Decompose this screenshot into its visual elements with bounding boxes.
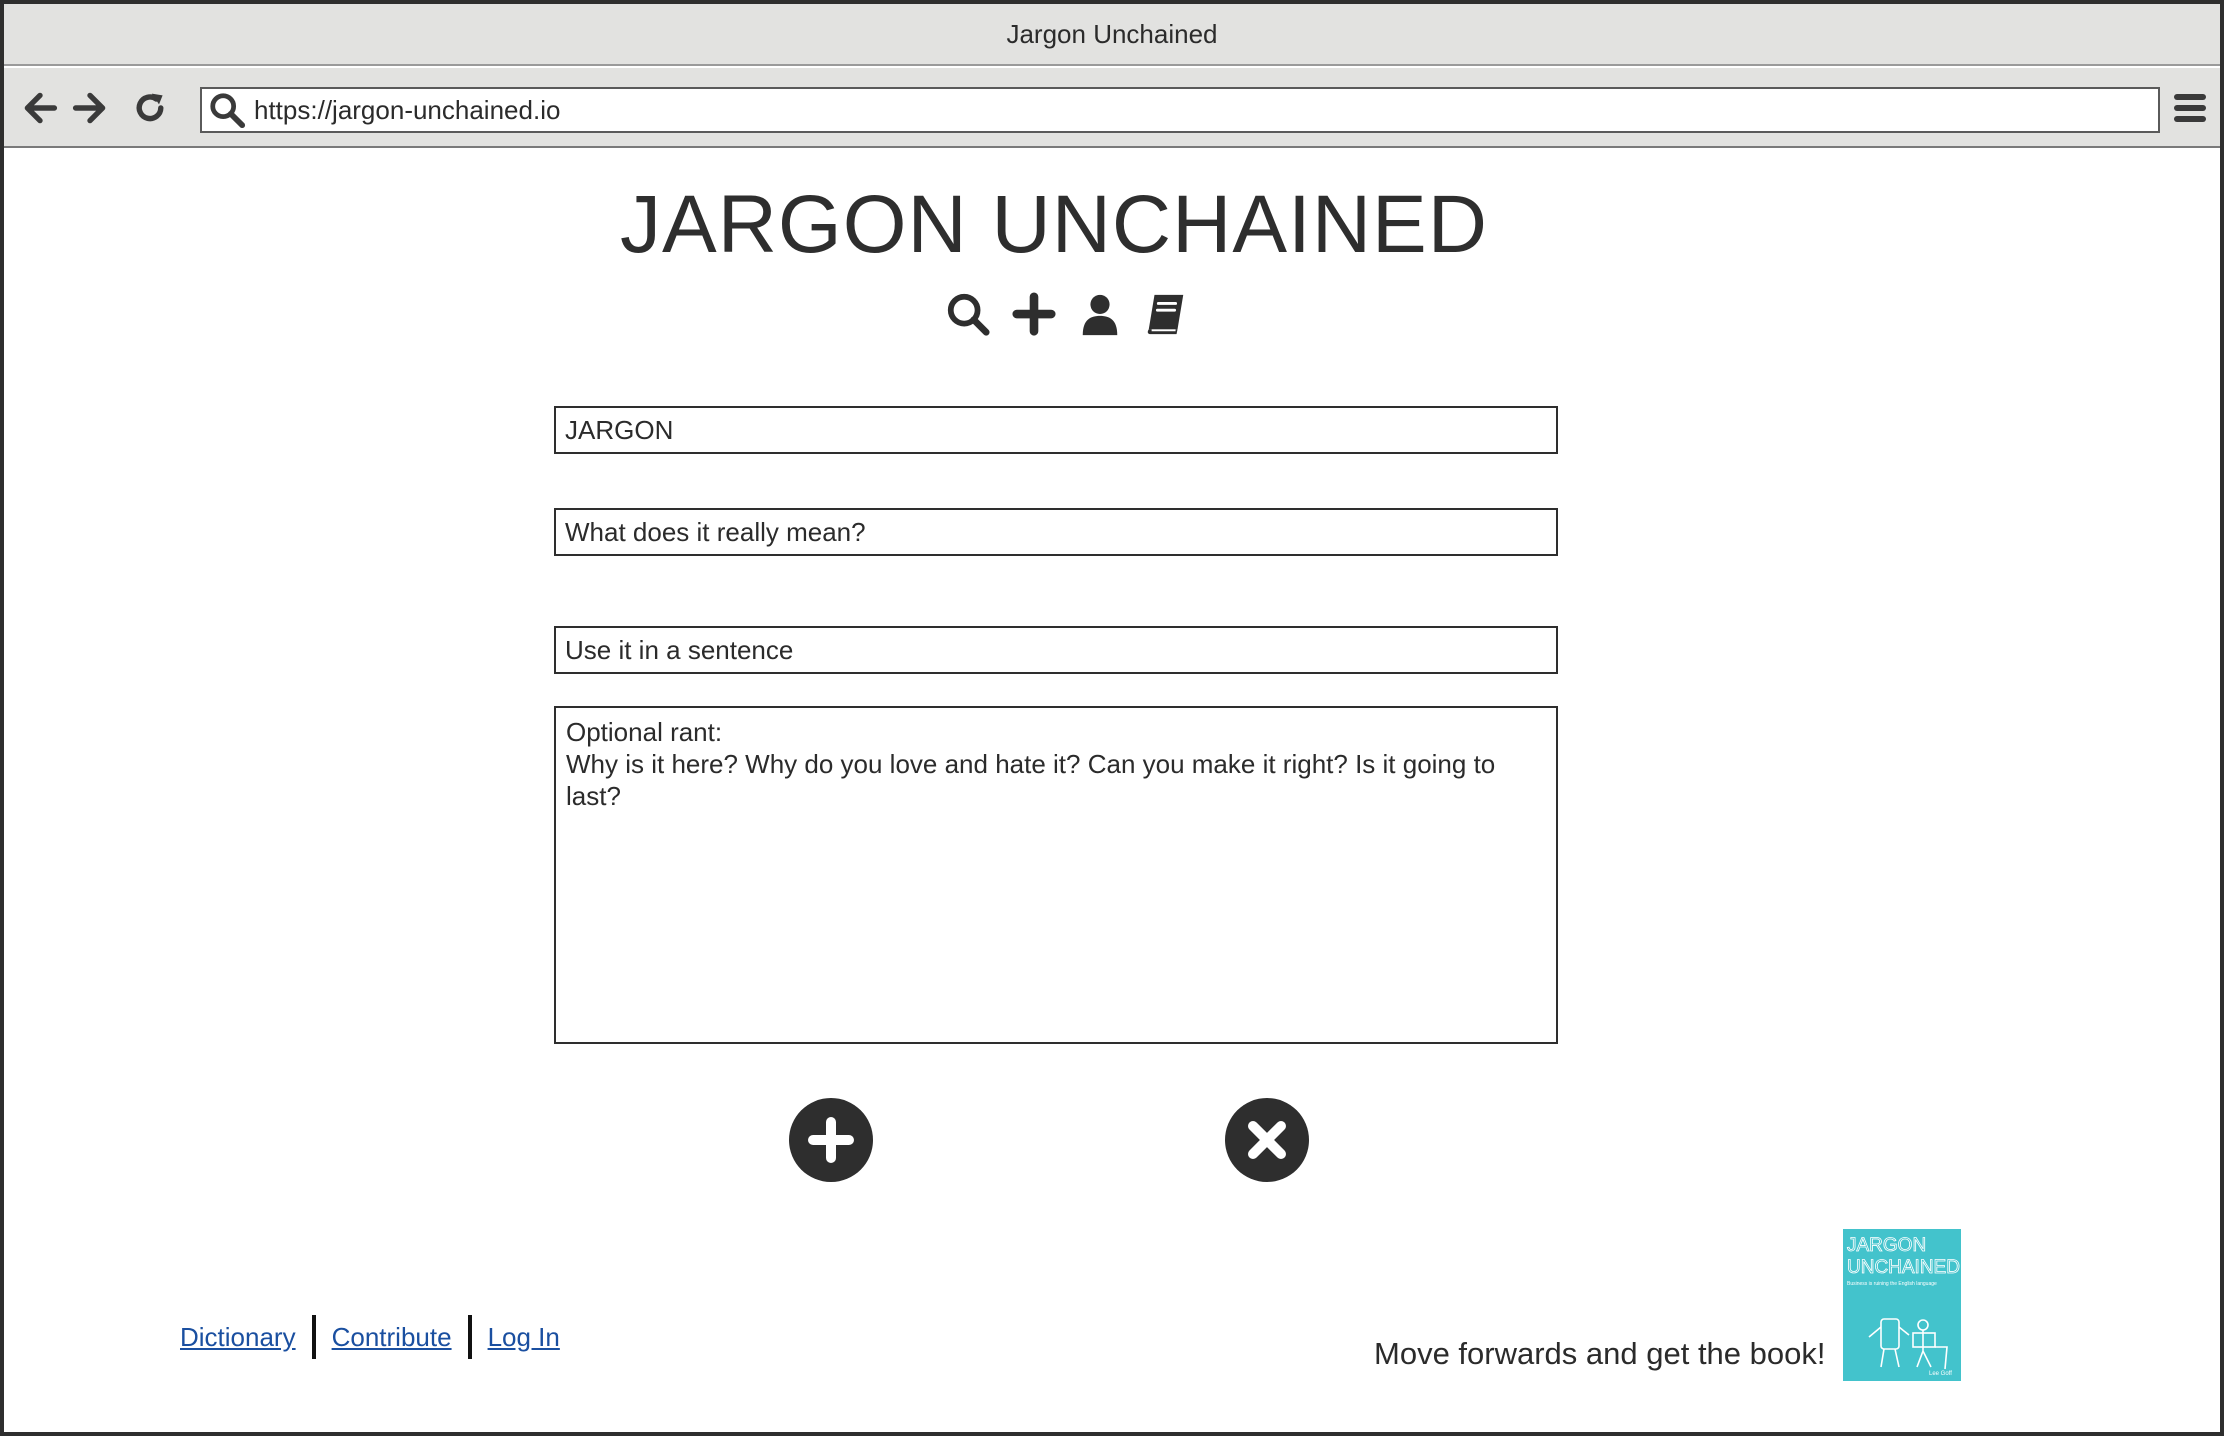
address-bar[interactable]	[200, 87, 2160, 133]
sentence-input[interactable]	[554, 626, 1558, 674]
book-cover-image[interactable]: JARGON UNCHAINED Business is ruining the…	[1843, 1229, 1961, 1381]
book-title-line1: JARGON	[1847, 1235, 1926, 1256]
book-title-line2: UNCHAINED	[1847, 1257, 1960, 1278]
footer-link-dictionary[interactable]: Dictionary	[180, 1322, 296, 1353]
main-nav	[944, 290, 1190, 338]
cancel-button[interactable]	[1225, 1098, 1309, 1182]
hamburger-menu-icon[interactable]	[2170, 88, 2210, 128]
book-author: Lee Goff	[1929, 1371, 1952, 1377]
x-circle-icon	[1248, 1121, 1286, 1159]
page-title: JARGON UNCHAINED	[620, 179, 1488, 270]
user-icon[interactable]	[1076, 290, 1124, 338]
footer-link-contribute[interactable]: Contribute	[332, 1322, 452, 1353]
arrow-left-icon[interactable]	[20, 88, 60, 128]
book-promo-text: Move forwards and get the book!	[1374, 1336, 1826, 1371]
book-icon[interactable]	[1142, 290, 1190, 338]
arrow-right-icon[interactable]	[70, 88, 110, 128]
plus-icon[interactable]	[1010, 290, 1058, 338]
browser-window: Jargon Unchained JARGON UNCHAINED	[0, 0, 2224, 1436]
reload-icon[interactable]	[130, 88, 170, 128]
window-title: Jargon Unchained	[1006, 18, 1218, 49]
plus-circle-icon	[808, 1117, 854, 1163]
rant-textarea[interactable]	[554, 706, 1558, 1044]
page-content: JARGON UNCHAINED Dictionary	[4, 150, 2220, 1432]
jargon-input[interactable]	[554, 406, 1558, 454]
window-titlebar: Jargon Unchained	[4, 4, 2220, 66]
browser-toolbar	[4, 68, 2220, 148]
meaning-input[interactable]	[554, 508, 1558, 556]
footer-nav: Dictionary Contribute Log In	[180, 1315, 560, 1359]
search-icon	[210, 93, 246, 129]
url-input[interactable]	[254, 94, 2134, 126]
link-divider	[311, 1315, 316, 1359]
link-divider	[467, 1315, 472, 1359]
submit-button[interactable]	[789, 1098, 873, 1182]
search-icon[interactable]	[944, 290, 992, 338]
book-subtitle: Business is ruining the English language	[1847, 1281, 1937, 1287]
footer-link-login[interactable]: Log In	[488, 1322, 560, 1353]
